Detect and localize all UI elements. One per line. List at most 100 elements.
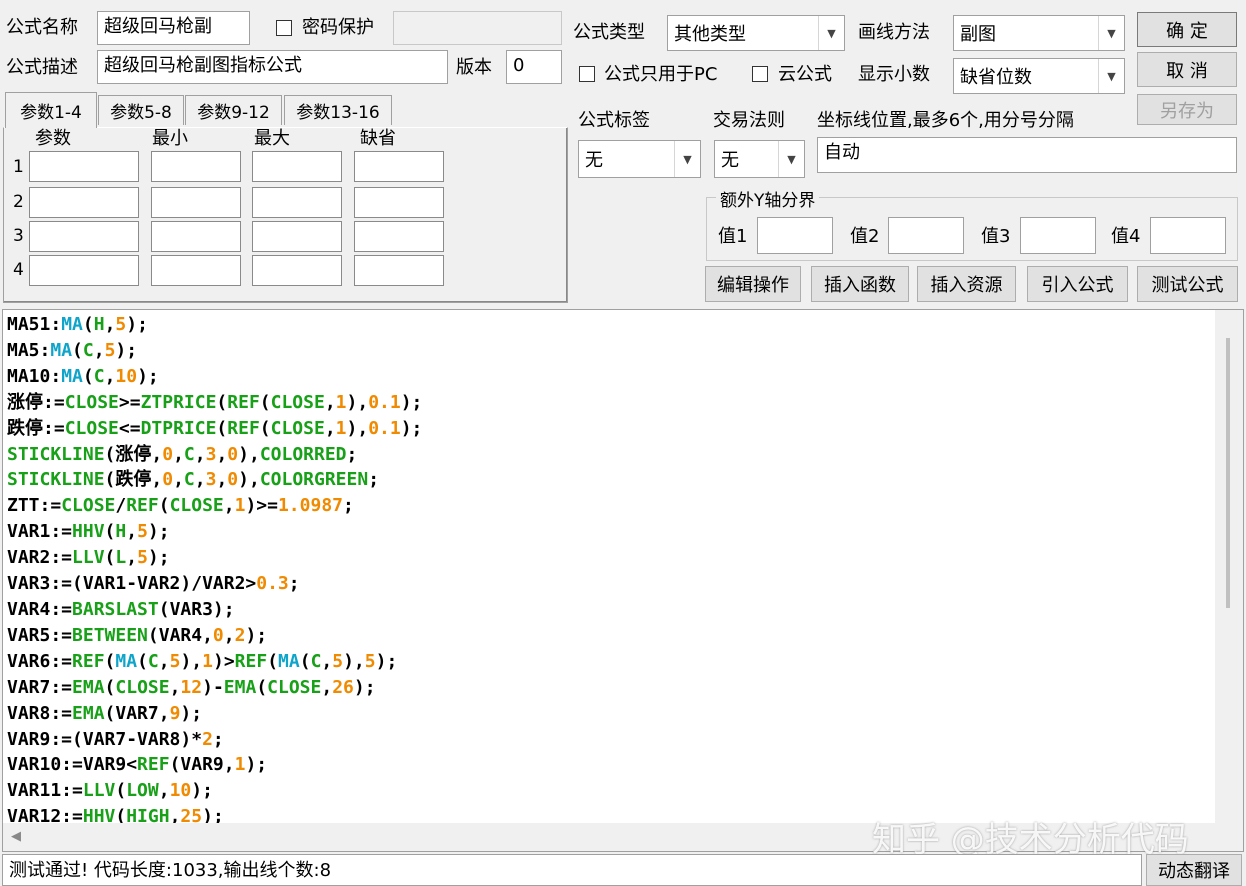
param-4-name[interactable] xyxy=(29,255,139,286)
code-line[interactable]: STICKLINE(跌停,0,C,3,0),COLORGREEN; xyxy=(7,467,422,493)
tab-params-9-12[interactable]: 参数9-12 xyxy=(185,95,282,125)
code-token: C xyxy=(82,339,94,361)
ok-button[interactable]: 确 定 xyxy=(1137,12,1237,47)
cloud-checkbox[interactable] xyxy=(752,66,768,82)
code-line[interactable]: MA10:MA(C,10); xyxy=(7,364,422,390)
param-2-min[interactable] xyxy=(151,187,241,218)
code-token: ( xyxy=(82,314,94,335)
y-value-3-input[interactable] xyxy=(1020,217,1096,254)
chevron-down-icon: ▼ xyxy=(1098,59,1124,93)
insert-resource-button[interactable]: 插入资源 xyxy=(917,266,1016,302)
vertical-scrollbar[interactable] xyxy=(1215,310,1243,823)
param-4-max[interactable] xyxy=(252,255,342,286)
y-value-2-input[interactable] xyxy=(888,217,964,254)
trade-rule-select[interactable]: 无 ▼ xyxy=(714,140,805,178)
code-line[interactable]: STICKLINE(涨停,0,C,3,0),COLORRED; xyxy=(7,442,422,468)
code-token: 0.1 xyxy=(368,417,401,439)
param-1-default[interactable] xyxy=(354,151,444,182)
code-line[interactable]: VAR7:=EMA(CLOSE,12)-EMA(CLOSE,26); xyxy=(7,675,422,701)
tab-params-5-8[interactable]: 参数5-8 xyxy=(98,95,184,125)
code-token: VAR7:= xyxy=(7,676,73,698)
param-4-min[interactable] xyxy=(151,255,241,286)
param-header-max: 最大 xyxy=(254,128,290,149)
param-3-max[interactable] xyxy=(252,221,342,252)
tab-params-13-16[interactable]: 参数13-16 xyxy=(284,95,392,125)
code-token: ZTT:= xyxy=(7,495,62,517)
code-line[interactable]: ZTT:=CLOSE/REF(CLOSE,1)>=1.0987; xyxy=(7,493,422,519)
formula-type-label: 公式类型 xyxy=(573,22,645,43)
code-line[interactable]: VAR6:=REF(MA(C,5),1)>REF(MA(C,5),5); xyxy=(7,649,422,675)
code-line[interactable]: VAR3:=(VAR1-VAR2)/VAR2>0.3; xyxy=(7,571,422,597)
param-1-min[interactable] xyxy=(151,151,241,182)
version-input[interactable]: 0 xyxy=(506,50,562,84)
code-line[interactable]: MA5:MA(C,5); xyxy=(7,338,422,364)
code-line[interactable]: VAR2:=LLV(L,5); xyxy=(7,545,422,571)
code-token: CLOSE xyxy=(270,391,325,413)
test-formula-button[interactable]: 测试公式 xyxy=(1137,266,1238,302)
param-2-name[interactable] xyxy=(29,187,139,218)
code-token: ( xyxy=(104,521,116,543)
param-2-max[interactable] xyxy=(252,187,342,218)
cancel-button[interactable]: 取 消 xyxy=(1137,52,1237,87)
chevron-down-icon: ▼ xyxy=(1098,16,1124,50)
param-3-default[interactable] xyxy=(354,221,444,252)
code-token: ; xyxy=(343,495,354,517)
decimals-select[interactable]: 缺省位数 ▼ xyxy=(953,58,1125,94)
code-token: MA5: xyxy=(7,339,51,361)
import-formula-button[interactable]: 引入公式 xyxy=(1027,266,1128,302)
formula-type-value: 其他类型 xyxy=(674,24,746,45)
code-line[interactable]: VAR8:=EMA(VAR7,9); xyxy=(7,701,422,727)
code-line[interactable]: VAR10:=VAR9<REF(VAR9,1); xyxy=(7,752,422,778)
param-1-max[interactable] xyxy=(252,151,342,182)
param-1-name[interactable] xyxy=(29,151,139,182)
param-2-default[interactable] xyxy=(354,187,444,218)
save-as-button[interactable]: 另存为 xyxy=(1137,94,1237,125)
code-line[interactable]: VAR4:=BARSLAST(VAR3); xyxy=(7,597,422,623)
code-token: L xyxy=(115,547,127,569)
code-token: 1 xyxy=(335,391,347,413)
code-line[interactable]: VAR1:=HHV(H,5); xyxy=(7,519,422,545)
axis-lines-input[interactable]: 自动 xyxy=(817,137,1237,173)
trade-rule-value: 无 xyxy=(721,150,739,171)
edit-operations-button[interactable]: 编辑操作 xyxy=(705,266,801,302)
param-3-name[interactable] xyxy=(29,221,139,252)
param-4-default[interactable] xyxy=(354,255,444,286)
y-value-1-input[interactable] xyxy=(757,217,833,254)
code-token: ), xyxy=(238,443,260,465)
formula-desc-input[interactable]: 超级回马枪副图指标公式 xyxy=(97,50,448,84)
code-token: MA xyxy=(61,314,83,335)
code-token: / xyxy=(115,495,127,517)
code-token: , xyxy=(216,469,228,491)
code-line[interactable]: VAR5:=BETWEEN(VAR4,0,2); xyxy=(7,623,422,649)
code-token: CLOSE xyxy=(61,495,116,517)
code-line[interactable]: 涨停:=CLOSE>=ZTPRICE(REF(CLOSE,1),0.1); xyxy=(7,390,422,416)
scrollbar-thumb[interactable] xyxy=(1226,338,1230,608)
code-line[interactable]: 跌停:=CLOSE<=DTPRICE(REF(CLOSE,1),0.1); xyxy=(7,416,422,442)
code-line[interactable]: VAR11:=LLV(LOW,10); xyxy=(7,778,422,804)
param-3-min[interactable] xyxy=(151,221,241,252)
draw-method-select[interactable]: 副图 ▼ xyxy=(953,15,1125,51)
dynamic-translate-button[interactable]: 动态翻译 xyxy=(1146,854,1242,886)
param-row-number: 2 xyxy=(13,192,24,212)
code-editor[interactable]: MA51:MA(H,5); MA5:MA(C,5); MA10:MA(C,10); 涨… xyxy=(2,309,1244,852)
code-token: , xyxy=(194,469,206,491)
tab-params-1-4[interactable]: 参数1-4 xyxy=(5,92,97,128)
code-token: ); xyxy=(191,780,213,802)
code-token: 0 xyxy=(162,469,174,491)
code-text[interactable]: MA51:MA(H,5); MA5:MA(C,5); MA10:MA(C,10); 涨… xyxy=(7,312,422,830)
code-line[interactable]: MA51:MA(H,5); xyxy=(7,312,422,338)
code-line[interactable]: VAR9:=(VAR7-VAR8)*2; xyxy=(7,727,422,753)
y-value-2-label: 值2 xyxy=(850,226,880,247)
pc-only-checkbox[interactable] xyxy=(579,66,595,82)
password-checkbox[interactable] xyxy=(276,20,292,36)
y-value-4-input[interactable] xyxy=(1150,217,1226,254)
insert-function-button[interactable]: 插入函数 xyxy=(811,266,909,302)
scroll-left-arrow-icon[interactable]: ◀ xyxy=(11,829,21,844)
tag-select[interactable]: 无 ▼ xyxy=(578,140,701,178)
password-input[interactable] xyxy=(393,11,562,45)
code-token: 1 xyxy=(234,495,246,517)
formula-name-input[interactable]: 超级回马枪副 xyxy=(97,11,250,45)
code-token: (VAR9, xyxy=(169,754,235,776)
code-token: LLV xyxy=(72,547,105,569)
formula-type-select[interactable]: 其他类型 ▼ xyxy=(667,15,845,51)
